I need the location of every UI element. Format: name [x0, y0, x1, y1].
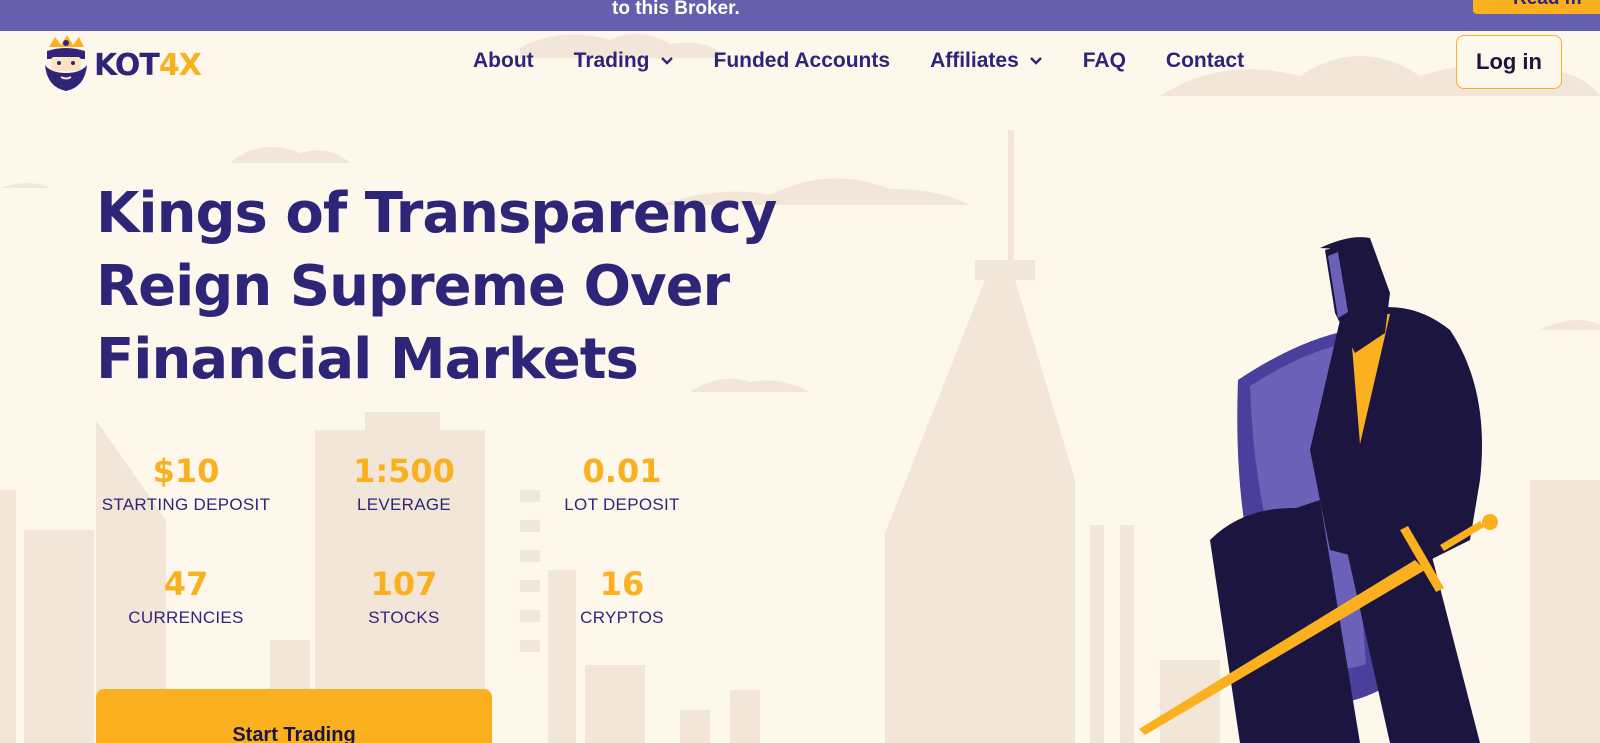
bearded-king-icon	[45, 35, 87, 91]
stat-label: STOCKS	[368, 608, 440, 627]
nav-item-faq[interactable]: FAQ	[1083, 49, 1126, 73]
nav-item-label: About	[473, 49, 534, 72]
chevron-down-icon	[1029, 57, 1042, 65]
banner-text: to this Broker.	[612, 0, 740, 19]
stat-value: 107	[370, 565, 438, 603]
hero-title: Kings of Transparency Reign Supreme Over…	[96, 177, 816, 396]
stat-value: 16	[599, 565, 645, 603]
nav-item-label: Contact	[1165, 49, 1245, 72]
stat-value: 47	[163, 565, 209, 603]
nav-item-contact[interactable]: Contact	[1166, 49, 1244, 73]
hero-title-line: Financial Markets	[96, 327, 639, 392]
stat-label: STARTING DEPOSIT	[101, 495, 271, 514]
announcement-banner: to this Broker. Read m	[0, 0, 1600, 31]
stat-label: CRYPTOS	[580, 608, 664, 627]
brand-logo[interactable]: KOT4X	[43, 35, 202, 93]
nav-links: About Trading Funded Accounts Affiliates…	[473, 49, 1244, 73]
nav-item-funded-accounts[interactable]: Funded Accounts	[714, 49, 891, 73]
nav-item-label: Funded Accounts	[713, 49, 891, 72]
stat-value: 0.01	[582, 452, 662, 490]
stat-stocks: 107 STOCKS	[304, 564, 504, 628]
login-button[interactable]: Log in	[1456, 35, 1562, 89]
nav-item-affiliates[interactable]: Affiliates	[930, 49, 1043, 73]
chevron-down-icon	[660, 57, 673, 65]
hero-title-line: Reign Supreme Over	[96, 254, 730, 319]
nav-item-label: Trading	[573, 49, 650, 72]
stat-label: LEVERAGE	[356, 495, 452, 514]
main-navbar: KOT4X About Trading Funded Accounts Affi…	[0, 31, 1600, 101]
banner-read-more-button[interactable]: Read m	[1473, 0, 1600, 14]
nav-item-about[interactable]: About	[473, 49, 534, 73]
stat-lot-deposit: 0.01 LOT DEPOSIT	[522, 451, 722, 515]
stat-starting-deposit: $10 STARTING DEPOSIT	[86, 451, 286, 515]
stat-value: $10	[152, 452, 220, 490]
stat-value: 1:500	[353, 452, 455, 490]
nav-item-trading[interactable]: Trading	[574, 49, 674, 73]
nav-item-label: Affiliates	[930, 49, 1019, 72]
stat-cryptos: 16 CRYPTOS	[522, 564, 722, 628]
stat-leverage: 1:500 LEVERAGE	[304, 451, 504, 515]
stat-label: CURRENCIES	[128, 608, 244, 627]
hero-title-line: Kings of Transparency	[96, 181, 777, 246]
nav-item-label: FAQ	[1082, 49, 1126, 72]
brand-name-part2: 4X	[158, 47, 202, 83]
stat-label: LOT DEPOSIT	[564, 495, 680, 514]
stat-currencies: 47 CURRENCIES	[86, 564, 286, 628]
brand-name-part1: KOT	[94, 47, 160, 83]
start-trading-button[interactable]: Start Trading	[96, 689, 492, 743]
knight-businessman-illustration	[1139, 237, 1498, 743]
